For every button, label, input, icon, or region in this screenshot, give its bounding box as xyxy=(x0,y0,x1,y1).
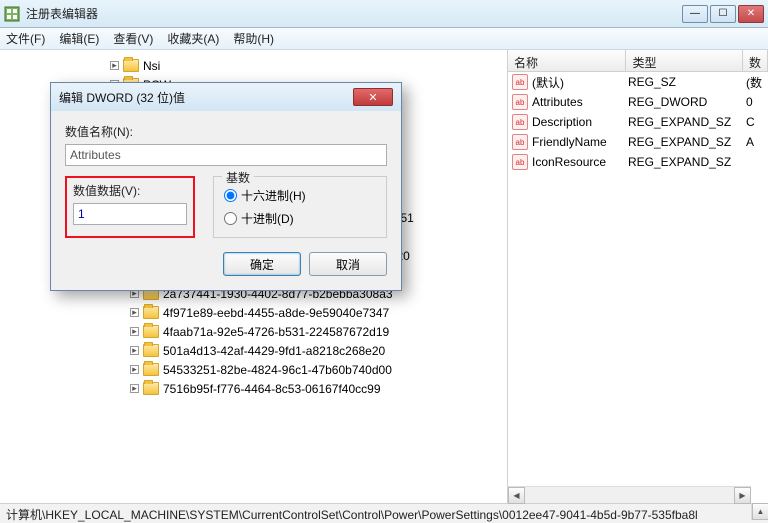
list-cell-name: Attributes xyxy=(532,95,628,109)
list-row[interactable]: ab FriendlyNameREG_EXPAND_SZA xyxy=(508,132,768,152)
close-button[interactable]: ✕ xyxy=(738,5,764,23)
list-cell-data: 0 xyxy=(746,95,764,109)
minimize-button[interactable]: — xyxy=(682,5,708,23)
value-data-input[interactable] xyxy=(73,203,187,225)
value-icon: ab xyxy=(512,74,528,90)
tree-item-label: 7516b95f-f776-4464-8c53-06167f40cc99 xyxy=(163,382,381,396)
base-group: 基数 十六进制(H) 十进制(D) xyxy=(213,176,387,238)
folder-icon xyxy=(143,325,159,338)
folder-icon xyxy=(143,306,159,319)
radio-hex-label: 十六进制(H) xyxy=(241,187,306,204)
maximize-button[interactable]: ☐ xyxy=(710,5,736,23)
folder-icon xyxy=(123,59,139,72)
list-cell-name: IconResource xyxy=(532,155,628,169)
list-cell-type: REG_EXPAND_SZ xyxy=(628,135,746,149)
menu-file[interactable]: 文件(F) xyxy=(6,30,45,47)
value-icon: ab xyxy=(512,94,528,110)
tree-item[interactable]: ▸ 4faab71a-92e5-4726-b531-224587672d19 xyxy=(110,322,507,341)
window-titlebar: 注册表编辑器 — ☐ ✕ xyxy=(0,0,768,28)
ok-button[interactable]: 确定 xyxy=(223,252,301,276)
scroll-right-icon[interactable]: ▶ xyxy=(734,487,751,504)
list-cell-data: A xyxy=(746,135,764,149)
tree-item[interactable]: ▸ Nsi xyxy=(110,56,507,75)
expand-icon[interactable]: ▸ xyxy=(130,346,139,355)
tree-item[interactable]: ▸ 4f971e89-eebd-4455-a8de-9e59040e7347 xyxy=(110,303,507,322)
list-cell-type: REG_DWORD xyxy=(628,95,746,109)
radio-dec-label: 十进制(D) xyxy=(241,210,294,227)
dialog-close-button[interactable]: ✕ xyxy=(353,88,393,106)
list-cell-type: REG_SZ xyxy=(628,75,746,89)
value-icon: ab xyxy=(512,114,528,130)
expand-icon[interactable]: ▸ xyxy=(130,384,139,393)
tree-item-label: 4faab71a-92e5-4726-b531-224587672d19 xyxy=(163,325,389,339)
scroll-up-icon[interactable]: ▲ xyxy=(752,503,768,520)
value-name-input[interactable] xyxy=(65,144,387,166)
tree-item[interactable]: ▸ 54533251-82be-4824-96c1-47b60b740d00 xyxy=(110,360,507,379)
col-type[interactable]: 类型 xyxy=(626,50,743,71)
tree-item-label: 54533251-82be-4824-96c1-47b60b740d00 xyxy=(163,363,392,377)
expand-icon[interactable]: ▸ xyxy=(110,61,119,70)
value-icon: ab xyxy=(512,154,528,170)
value-name-label: 数值名称(N): xyxy=(65,123,387,140)
col-name[interactable]: 名称 xyxy=(508,50,626,71)
base-legend: 基数 xyxy=(222,169,254,186)
window-title: 注册表编辑器 xyxy=(26,5,682,22)
list-header: 名称 类型 数 xyxy=(508,50,768,72)
list-cell-type: REG_EXPAND_SZ xyxy=(628,155,746,169)
menu-view[interactable]: 查看(V) xyxy=(113,30,153,47)
list-vscroll[interactable]: ▲ xyxy=(751,503,768,520)
list-cell-data: C xyxy=(746,115,764,129)
tree-item-label: 4f971e89-eebd-4455-a8de-9e59040e7347 xyxy=(163,306,389,320)
expand-icon[interactable]: ▸ xyxy=(130,308,139,317)
list-cell-data: (数 xyxy=(746,74,764,91)
edit-dword-dialog: 编辑 DWORD (32 位)值 ✕ 数值名称(N): 数值数据(V): 基数 … xyxy=(50,82,402,291)
cancel-button[interactable]: 取消 xyxy=(309,252,387,276)
radio-dec[interactable] xyxy=(224,212,237,225)
scroll-left-icon[interactable]: ◀ xyxy=(508,487,525,504)
list-cell-name: (默认) xyxy=(532,74,628,91)
menu-favorites[interactable]: 收藏夹(A) xyxy=(167,30,219,47)
folder-icon xyxy=(143,382,159,395)
dialog-title: 编辑 DWORD (32 位)值 xyxy=(59,89,353,106)
list-row[interactable]: ab(默认)REG_SZ(数 xyxy=(508,72,768,92)
folder-icon xyxy=(143,344,159,357)
expand-icon[interactable]: ▸ xyxy=(130,365,139,374)
menu-help[interactable]: 帮助(H) xyxy=(233,30,274,47)
folder-icon xyxy=(143,363,159,376)
list-row[interactable]: ab IconResourceREG_EXPAND_SZ xyxy=(508,152,768,172)
list-hscroll[interactable]: ◀ ▶ xyxy=(508,486,751,503)
tree-item-label: 501a4d13-42af-4429-9fd1-a8218c268e20 xyxy=(163,344,385,358)
tree-item[interactable]: ▸ 501a4d13-42af-4429-9fd1-a8218c268e20 xyxy=(110,341,507,360)
value-data-label: 数值数据(V): xyxy=(73,182,187,199)
value-data-group: 数值数据(V): xyxy=(65,176,195,238)
tree-item-label: Nsi xyxy=(143,59,160,73)
menu-edit[interactable]: 编辑(E) xyxy=(59,30,99,47)
app-icon xyxy=(4,6,20,22)
list-panel[interactable]: 名称 类型 数 ab(默认)REG_SZ(数abAttributesREG_DW… xyxy=(508,50,768,503)
menu-bar: 文件(F) 编辑(E) 查看(V) 收藏夹(A) 帮助(H) xyxy=(0,28,768,50)
col-data[interactable]: 数 xyxy=(743,50,768,71)
dialog-titlebar[interactable]: 编辑 DWORD (32 位)值 ✕ xyxy=(51,83,401,111)
value-icon: ab xyxy=(512,134,528,150)
list-row[interactable]: ab AttributesREG_DWORD0 xyxy=(508,92,768,112)
list-cell-type: REG_EXPAND_SZ xyxy=(628,115,746,129)
list-cell-name: Description xyxy=(532,115,628,129)
tree-item[interactable]: ▸ 7516b95f-f776-4464-8c53-06167f40cc99 xyxy=(110,379,507,398)
expand-icon[interactable]: ▸ xyxy=(130,327,139,336)
status-bar: 计算机\HKEY_LOCAL_MACHINE\SYSTEM\CurrentCon… xyxy=(0,503,768,523)
list-row[interactable]: ab DescriptionREG_EXPAND_SZC xyxy=(508,112,768,132)
radio-hex[interactable] xyxy=(224,189,237,202)
list-cell-name: FriendlyName xyxy=(532,135,628,149)
